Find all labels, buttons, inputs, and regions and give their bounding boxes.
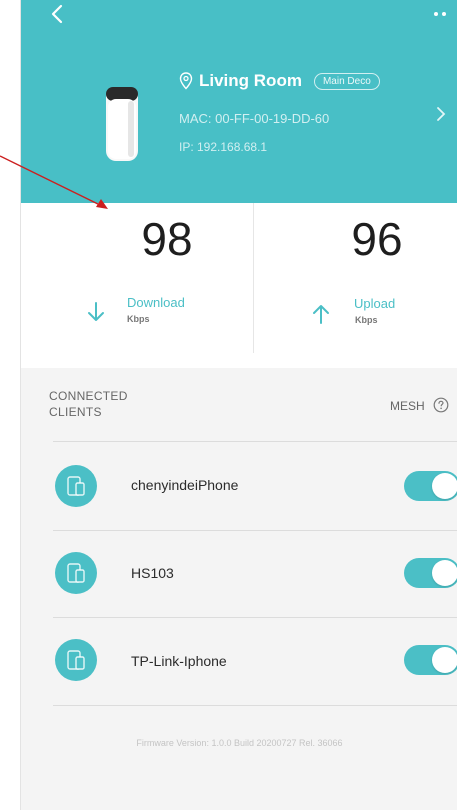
client-row[interactable]: TP-Link-Iphone [21, 618, 457, 706]
upload-unit: Kbps [355, 315, 378, 325]
toggle-knob [432, 647, 457, 673]
device-header: Living Room Main Deco MAC: 00-FF-00-19-D… [21, 0, 457, 203]
help-icon[interactable] [433, 397, 449, 413]
mesh-label: MESH [390, 399, 425, 413]
main-deco-badge: Main Deco [313, 72, 380, 90]
client-device-icon [55, 639, 97, 681]
toggle-knob [432, 473, 457, 499]
back-arrow-icon[interactable] [45, 2, 71, 28]
client-name: HS103 [131, 565, 174, 581]
client-device-icon [55, 552, 97, 594]
mesh-toggle[interactable] [404, 558, 457, 588]
deco-device-icon [106, 87, 138, 161]
mac-address: MAC: 00-FF-00-19-DD-60 [179, 111, 330, 126]
chevron-right-icon[interactable] [436, 106, 446, 122]
ip-address: IP: 192.168.68.1 [179, 140, 268, 154]
app-screen: Living Room Main Deco MAC: 00-FF-00-19-D… [20, 0, 457, 810]
upload-speed-value: 96 [351, 213, 403, 265]
download-arrow-icon [88, 302, 104, 321]
firmware-version: Firmware Version: 1.0.0 Build 20200727 R… [136, 738, 343, 748]
upload-label: Upload [354, 296, 396, 311]
row-divider [53, 705, 457, 706]
client-row[interactable]: HS103 [21, 531, 457, 619]
stats-divider [253, 203, 254, 353]
device-name-row[interactable]: Living Room Main Deco [179, 68, 380, 94]
device-name: Living Room [199, 71, 302, 90]
client-device-icon [55, 465, 97, 507]
connected-clients-title: CONNECTED CLIENTS [49, 389, 128, 419]
more-options-icon[interactable] [430, 8, 450, 20]
mesh-toggle[interactable] [404, 471, 457, 501]
mesh-toggle[interactable] [404, 645, 457, 675]
client-name: chenyindeiPhone [131, 477, 239, 493]
client-row[interactable]: chenyindeiPhone [21, 442, 457, 530]
download-unit: Kbps [127, 314, 150, 324]
upload-arrow-icon [313, 305, 329, 324]
location-pin-icon [179, 72, 193, 90]
toggle-knob [432, 560, 457, 586]
download-speed-value: 98 [141, 213, 193, 265]
download-label: Download [127, 295, 185, 310]
client-name: TP-Link-Iphone [131, 653, 227, 669]
